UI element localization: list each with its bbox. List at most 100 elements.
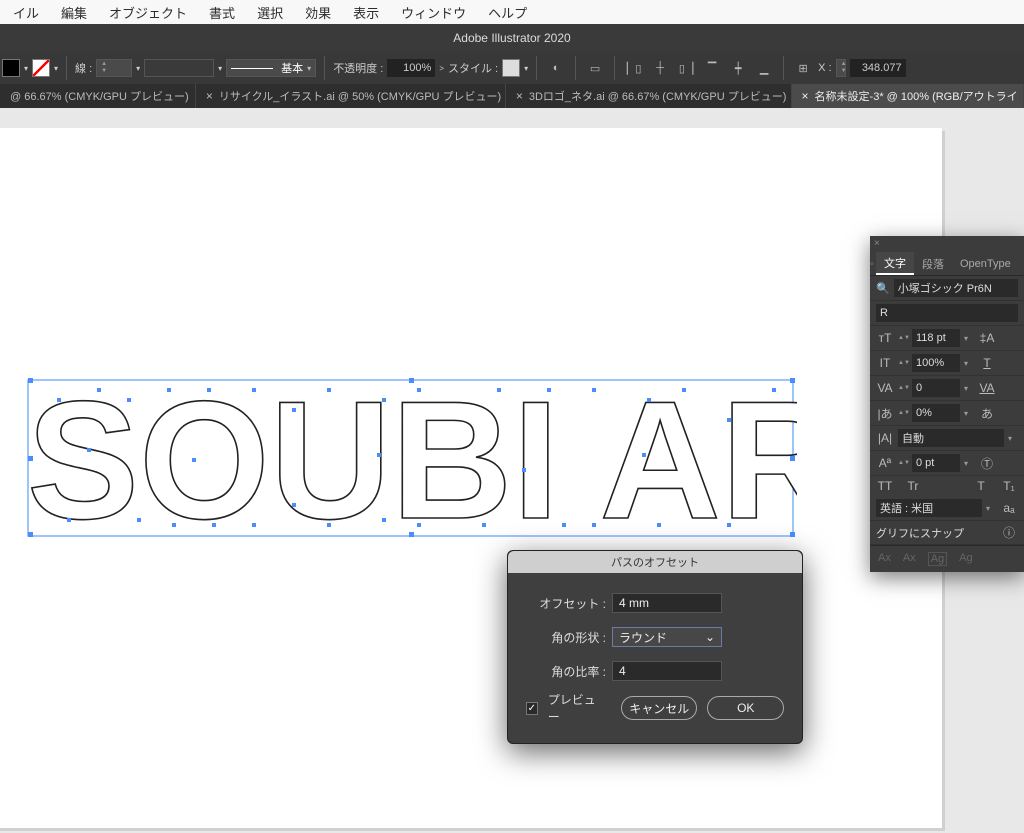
kerning-icon: VA — [876, 381, 894, 395]
font-size-icon: тT — [876, 331, 894, 345]
font-style-field[interactable]: R — [876, 304, 1018, 322]
app-title: Adobe Illustrator 2020 — [453, 31, 570, 45]
baseline-shift-icon: Aª — [876, 456, 894, 470]
opacity-input[interactable]: 100% — [387, 59, 435, 77]
stroke-weight-stepper[interactable]: ▲▼ — [96, 59, 132, 77]
brush-menu-icon[interactable]: ▾ — [218, 64, 222, 73]
character-panel: × ◦ 文字 段落 OpenType 🔍 小塚ゴシック Pr6N R тT ▲▼… — [870, 236, 1024, 572]
chevron-down-icon[interactable]: ▾ — [964, 459, 974, 468]
anti-alias-icon: aₐ — [1000, 501, 1018, 515]
doc-tab-1[interactable]: @ 66.67% (CMYK/GPU プレビュー) — [0, 84, 196, 108]
menu-select[interactable]: 選択 — [246, 3, 294, 22]
language-select[interactable]: 英語 : 米国 — [876, 499, 982, 517]
close-icon[interactable]: × — [802, 89, 809, 103]
preview-label: プレビュー — [548, 691, 601, 725]
style-menu-icon[interactable]: ▾ — [524, 64, 528, 73]
style-swatch[interactable] — [502, 59, 520, 77]
recolor-icon[interactable]: ◐ — [545, 57, 567, 79]
variable-width-profile[interactable]: 基本 ▾ — [226, 59, 316, 77]
tracking-field[interactable]: 0 — [912, 379, 960, 397]
superscript-icon[interactable]: T — [972, 479, 990, 493]
glyph-btn-4[interactable]: Ag — [959, 552, 972, 566]
doc-tab-2[interactable]: ×リサイクル_イラスト.ai @ 50% (CMYK/GPU プレビュー) — [196, 84, 506, 108]
offset-label: オフセット : — [526, 595, 606, 612]
snap-to-glyph-label: グリフにスナップ — [876, 525, 964, 541]
align-vcenter-icon[interactable]: ┿ — [727, 57, 749, 79]
font-family-field[interactable]: 小塚ゴシック Pr6N — [894, 279, 1018, 297]
menu-help[interactable]: ヘルプ — [477, 3, 538, 22]
font-size-field[interactable]: 118 pt — [912, 329, 960, 347]
search-icon[interactable]: 🔍 — [876, 282, 890, 295]
separator — [324, 56, 325, 80]
smallcaps-icon[interactable]: Tr — [904, 479, 922, 493]
preview-checkbox[interactable]: ✓ — [526, 702, 538, 715]
vertical-scale-icon: IT — [876, 356, 894, 370]
offset-path-dialog: パスのオフセット オフセット : 4 mm 角の形状 : ラウンド ⌄ 角の比率… — [507, 550, 803, 744]
tab-paragraph[interactable]: 段落 — [914, 252, 952, 275]
doc-tab-3[interactable]: ×3Dロゴ_ネタ.ai @ 66.67% (CMYK/GPU プレビュー) — [506, 84, 792, 108]
x-coord-input[interactable]: 348.077 — [850, 59, 906, 77]
app-titlebar: Adobe Illustrator 2020 — [0, 24, 1024, 52]
cancel-button[interactable]: キャンセル — [621, 696, 698, 720]
leading-stepper[interactable]: ▲▼ — [898, 360, 908, 367]
menu-view[interactable]: 表示 — [342, 3, 390, 22]
tsume-stepper[interactable]: ▲▼ — [898, 410, 908, 417]
size-stepper[interactable]: ▲▼ — [898, 335, 908, 342]
miter-input[interactable]: 4 — [612, 661, 722, 681]
align-bottom-icon[interactable]: ▁ — [753, 57, 775, 79]
align-top-icon[interactable]: ▔ — [701, 57, 723, 79]
glyph-btn-2[interactable]: Ax — [903, 552, 916, 566]
close-icon[interactable]: × — [206, 89, 213, 103]
align-right-icon[interactable]: ▯▕ — [675, 57, 697, 79]
stroke-weight-menu-icon[interactable]: ▾ — [136, 64, 140, 73]
menu-edit[interactable]: 編集 — [50, 3, 98, 22]
tab-opentype[interactable]: OpenType — [952, 252, 1019, 275]
transform-icon[interactable]: ⊞ — [792, 57, 814, 79]
panel-close-icon[interactable]: × — [870, 236, 1024, 252]
subscript-icon[interactable]: T₁ — [1000, 479, 1018, 493]
outlined-text-object[interactable]: SOUBI ART — [27, 368, 797, 548]
document-tabs: @ 66.67% (CMYK/GPU プレビュー) ×リサイクル_イラスト.ai… — [0, 84, 1024, 108]
chevron-down-icon[interactable]: ▾ — [964, 384, 974, 393]
chevron-down-icon[interactable]: ▾ — [964, 359, 974, 368]
opacity-menu-icon[interactable]: > — [439, 64, 444, 73]
tsume-field[interactable]: 0% — [912, 404, 960, 422]
align-left-icon[interactable]: ▏▯ — [623, 57, 645, 79]
kinsoku-field[interactable]: 自動 — [898, 429, 1004, 447]
chevron-down-icon[interactable]: ▾ — [964, 409, 974, 418]
join-select[interactable]: ラウンド ⌄ — [612, 627, 722, 647]
chevron-down-icon[interactable]: ▾ — [986, 504, 996, 513]
menu-file[interactable]: イル — [2, 3, 50, 22]
tab-character[interactable]: 文字 — [876, 252, 914, 275]
chevron-down-icon[interactable]: ▾ — [1008, 434, 1018, 443]
menu-object[interactable]: オブジェクト — [98, 3, 198, 22]
brush-definition-dropdown[interactable] — [144, 59, 214, 77]
close-icon[interactable]: × — [516, 89, 523, 103]
stroke-dropdown-icon[interactable]: ▾ — [54, 64, 58, 73]
fill-swatch[interactable] — [2, 59, 20, 77]
tracking-icon: VA — [978, 381, 996, 395]
doc-tab-4[interactable]: ×名称未設定-3* @ 100% (RGB/アウトライ — [792, 84, 1024, 108]
baseline-stepper[interactable]: ▲▼ — [898, 460, 908, 467]
info-icon[interactable]: ⓘ — [1000, 524, 1018, 541]
menu-effect[interactable]: 効果 — [294, 3, 342, 22]
baseline-field[interactable]: 0 pt — [912, 454, 960, 472]
fill-dropdown-icon[interactable]: ▾ — [24, 64, 28, 73]
ok-button[interactable]: OK — [707, 696, 784, 720]
glyph-btn-1[interactable]: Ax — [878, 552, 891, 566]
glyph-snap-row: Ax Ax Ag Ag — [870, 545, 1024, 572]
x-coord-stepper[interactable]: ▲▼ — [836, 59, 846, 77]
align-panel-icon[interactable]: ▭ — [584, 57, 606, 79]
horizontal-scale-icon: T — [978, 356, 996, 370]
chevron-down-icon[interactable]: ▾ — [964, 334, 974, 343]
align-hcenter-icon[interactable]: ┼ — [649, 57, 671, 79]
stroke-swatch[interactable] — [32, 59, 50, 77]
offset-input[interactable]: 4 mm — [612, 593, 722, 613]
tracking-stepper[interactable]: ▲▼ — [898, 385, 908, 392]
allcaps-icon[interactable]: TT — [876, 479, 894, 493]
leading-field[interactable]: 100% — [912, 354, 960, 372]
menu-window[interactable]: ウィンドウ — [390, 3, 477, 22]
menu-type[interactable]: 書式 — [198, 3, 246, 22]
separator — [66, 56, 67, 80]
glyph-btn-3[interactable]: Ag — [928, 552, 947, 566]
